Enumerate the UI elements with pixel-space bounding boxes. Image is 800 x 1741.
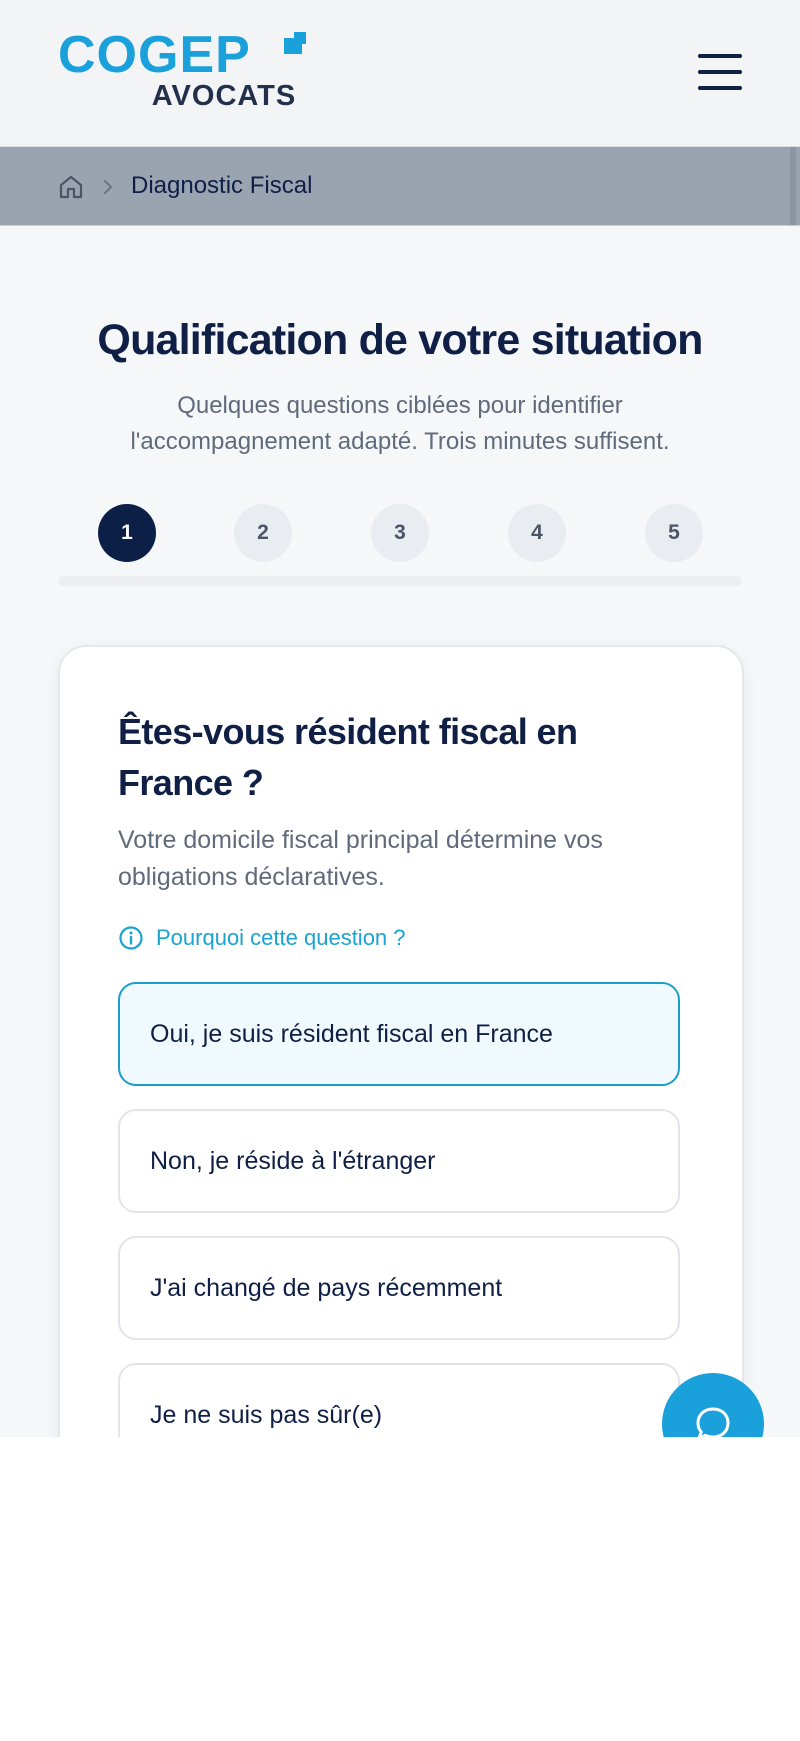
why-question-label: Pourquoi cette question ? bbox=[156, 925, 406, 950]
step-4[interactable]: 4 bbox=[508, 504, 566, 562]
scrollbar-thumb[interactable] bbox=[790, 147, 796, 225]
progress-bar bbox=[58, 576, 742, 586]
page-viewport: COGEP AVOCATS Diagnostic Fiscal Qualific… bbox=[0, 0, 800, 1437]
home-icon[interactable] bbox=[58, 174, 84, 200]
cogep-logo[interactable]: COGEP AVOCATS bbox=[58, 30, 318, 112]
option-resident-france[interactable]: Oui, je suis résident fiscal en France bbox=[118, 982, 680, 1086]
option-label: Oui, je suis résident fiscal en France bbox=[150, 1019, 553, 1048]
breadcrumb-current: Diagnostic Fiscal bbox=[131, 172, 313, 199]
option-label: Non, je réside à l'étranger bbox=[150, 1146, 436, 1175]
breadcrumb bbox=[0, 147, 800, 226]
step-5[interactable]: 5 bbox=[645, 504, 703, 562]
step-2[interactable]: 2 bbox=[234, 504, 292, 562]
option-abroad[interactable]: Non, je réside à l'étranger bbox=[118, 1109, 680, 1213]
why-question-link[interactable]: Pourquoi cette question ? bbox=[118, 924, 406, 952]
question-description: Votre domicile fiscal principal détermin… bbox=[118, 826, 603, 891]
question-title: Êtes-vous résident fiscal en France ? bbox=[118, 711, 578, 803]
page-subtitle: Quelques questions ciblées pour identifi… bbox=[130, 392, 670, 455]
step-3[interactable]: 3 bbox=[371, 504, 429, 562]
page-title: Qualification de votre situation bbox=[97, 316, 703, 364]
option-label: J'ai changé de pays récemment bbox=[150, 1273, 503, 1302]
chat-bubble-icon bbox=[696, 1407, 730, 1437]
step-1[interactable]: 1 bbox=[98, 504, 156, 562]
option-label: Je ne suis pas sûr(e) bbox=[150, 1400, 383, 1429]
chevron-right-icon bbox=[104, 180, 112, 194]
option-changed-country[interactable]: J'ai changé de pays récemment bbox=[118, 1236, 680, 1340]
logo-main-text: COGEP bbox=[58, 30, 251, 76]
hamburger-menu-icon[interactable] bbox=[698, 54, 742, 90]
info-icon bbox=[119, 926, 143, 950]
site-header: COGEP AVOCATS bbox=[0, 0, 800, 147]
logo-sub-text: AVOCATS bbox=[151, 80, 297, 112]
logo-wordmark-icon: COGEP bbox=[58, 30, 306, 76]
option-not-sure[interactable]: Je ne suis pas sûr(e) bbox=[118, 1363, 680, 1437]
